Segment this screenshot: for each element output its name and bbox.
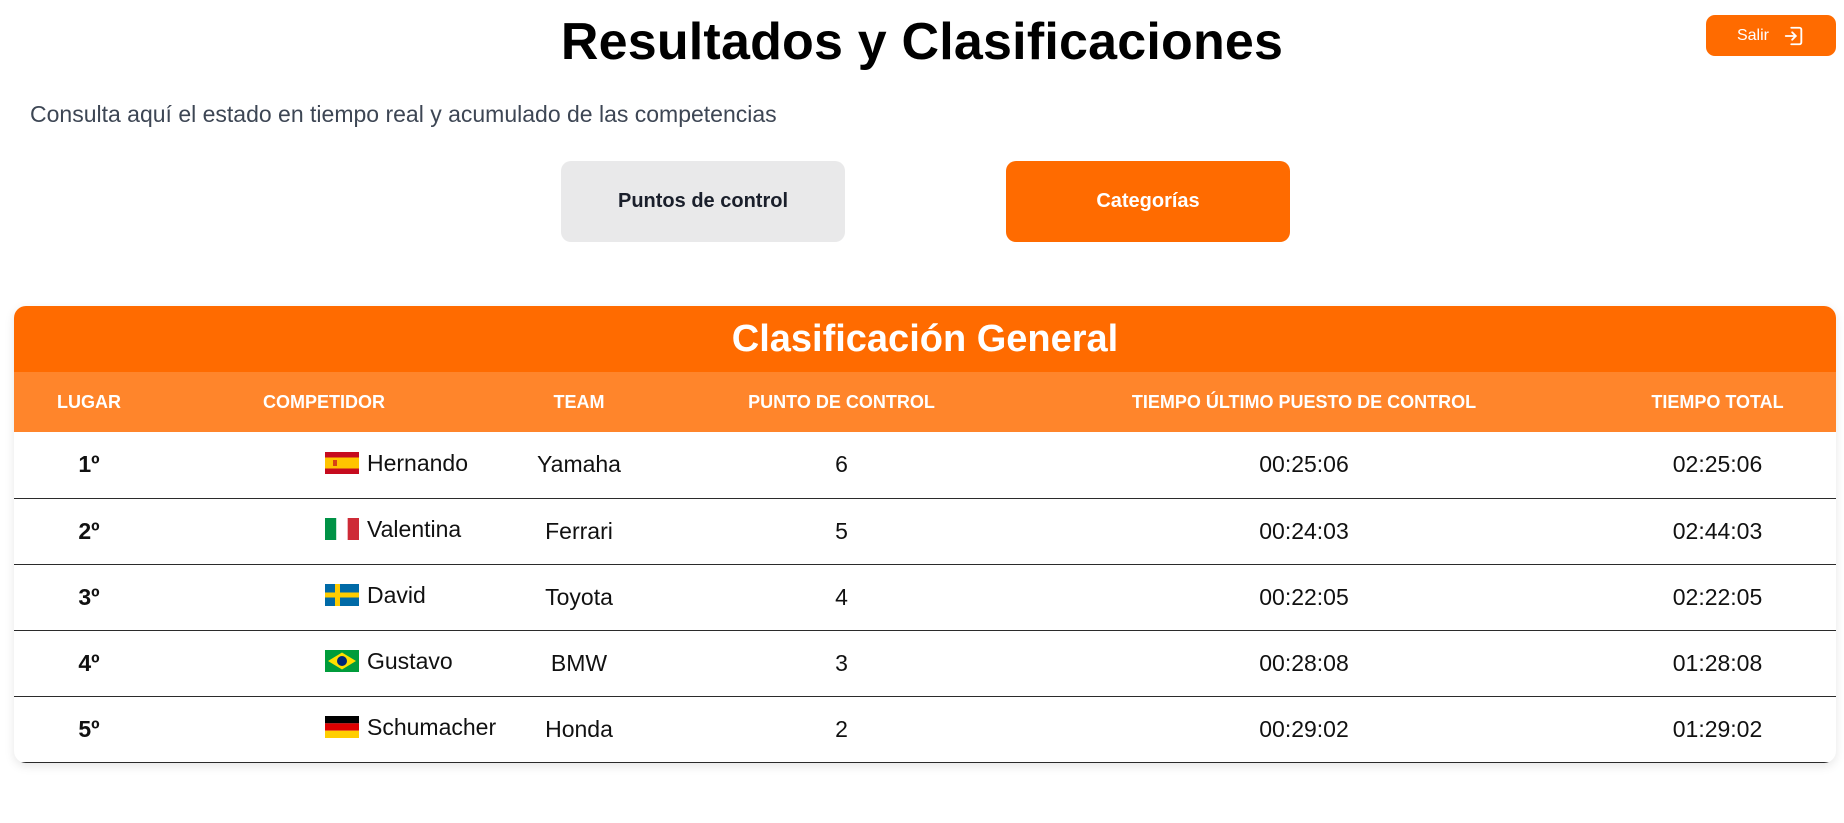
competitor-cell: Valentina: [164, 498, 484, 564]
checkpoint-cell: 6: [835, 451, 848, 478]
competitor-name: Valentina: [367, 515, 462, 542]
competitor-name: Hernando: [367, 449, 469, 476]
page-subtitle: Consulta aquí el estado en tiempo real y…: [30, 101, 777, 127]
team-cell: Ferrari: [545, 517, 613, 544]
logout-button[interactable]: Salir: [1706, 15, 1836, 56]
total-time-cell: 01:28:08: [1672, 649, 1763, 676]
table-row: 3º David Toyota 4 00:22:05 02:22:05: [14, 564, 1836, 630]
classification-card: Clasificación General LUGAR COMPETIDOR T…: [14, 306, 1836, 763]
column-header-total-time: TIEMPO TOTAL: [1651, 391, 1784, 412]
team-cell: Toyota: [545, 583, 613, 610]
column-header-team: TEAM: [553, 391, 605, 412]
last-time-cell: 00:29:02: [1259, 715, 1349, 742]
place-cell: 5º: [78, 715, 100, 742]
last-time-cell: 00:25:06: [1259, 451, 1349, 478]
classification-title: Clasificación General: [14, 306, 1836, 372]
last-time-cell: 00:28:08: [1259, 649, 1349, 676]
column-header-competitor: COMPETIDOR: [262, 391, 385, 412]
place-cell: 4º: [78, 649, 100, 676]
team-cell: Honda: [545, 715, 613, 742]
table-row: 2º Valentina Ferrari 5 00:24:03 02:44:03: [14, 498, 1836, 564]
competitor-cell: Schumacher: [164, 696, 496, 762]
team-cell: Yamaha: [537, 451, 621, 478]
total-time-cell: 01:29:02: [1672, 715, 1763, 742]
tab-categories[interactable]: Categorías: [1006, 161, 1290, 242]
total-time-cell: 02:44:03: [1672, 517, 1763, 544]
column-header-checkpoint: PUNTO DE CONTROL: [748, 391, 935, 412]
competitor-name: Schumacher: [367, 713, 497, 740]
table-header-row: LUGAR COMPETIDOR TEAM PUNTO DE CONTROL T…: [14, 372, 1836, 432]
germany-flag-icon: [325, 716, 359, 739]
last-time-cell: 00:24:03: [1259, 517, 1349, 544]
total-time-cell: 02:25:06: [1672, 451, 1763, 478]
competitor-cell: Hernando: [164, 432, 484, 498]
competitor-cell: Gustavo: [164, 630, 484, 696]
place-cell: 3º: [78, 583, 100, 610]
last-time-cell: 00:22:05: [1259, 583, 1349, 610]
tab-checkpoints[interactable]: Puntos de control: [561, 161, 845, 242]
team-cell: BMW: [550, 649, 608, 676]
italy-flag-icon: [325, 518, 359, 541]
competitor-cell: David: [164, 564, 484, 630]
logout-icon: [1783, 25, 1805, 47]
spain-flag-icon: [325, 452, 359, 474]
table-row: 1º Hernando Yamaha 6 00:25:06 02:25:06: [14, 432, 1836, 498]
column-header-place: LUGAR: [57, 391, 121, 412]
competitor-name: David: [367, 581, 426, 608]
total-time-cell: 02:22:05: [1672, 583, 1763, 610]
brazil-flag-icon: [325, 650, 359, 673]
checkpoint-cell: 2: [835, 715, 848, 742]
place-cell: 1º: [78, 451, 100, 478]
logout-label: Salir: [1736, 26, 1769, 44]
competitor-name: Gustavo: [367, 647, 453, 674]
column-header-last-time: TIEMPO ÚLTIMO PUESTO DE CONTROL: [1131, 391, 1477, 412]
checkpoint-cell: 4: [835, 583, 848, 610]
place-cell: 2º: [78, 517, 100, 544]
page-title: Resultados y Clasificaciones: [560, 13, 1284, 71]
checkpoint-cell: 5: [835, 517, 848, 544]
checkpoint-cell: 3: [835, 649, 848, 676]
sweden-flag-icon: [325, 584, 359, 607]
table-row: 4º Gustavo BMW 3 00:28:08 01:28:08: [14, 630, 1836, 696]
table-row: 5º Schumacher Honda 2 00:29:02 01:29:02: [14, 696, 1836, 762]
classification-table: LUGAR COMPETIDOR TEAM PUNTO DE CONTROL T…: [14, 372, 1836, 763]
